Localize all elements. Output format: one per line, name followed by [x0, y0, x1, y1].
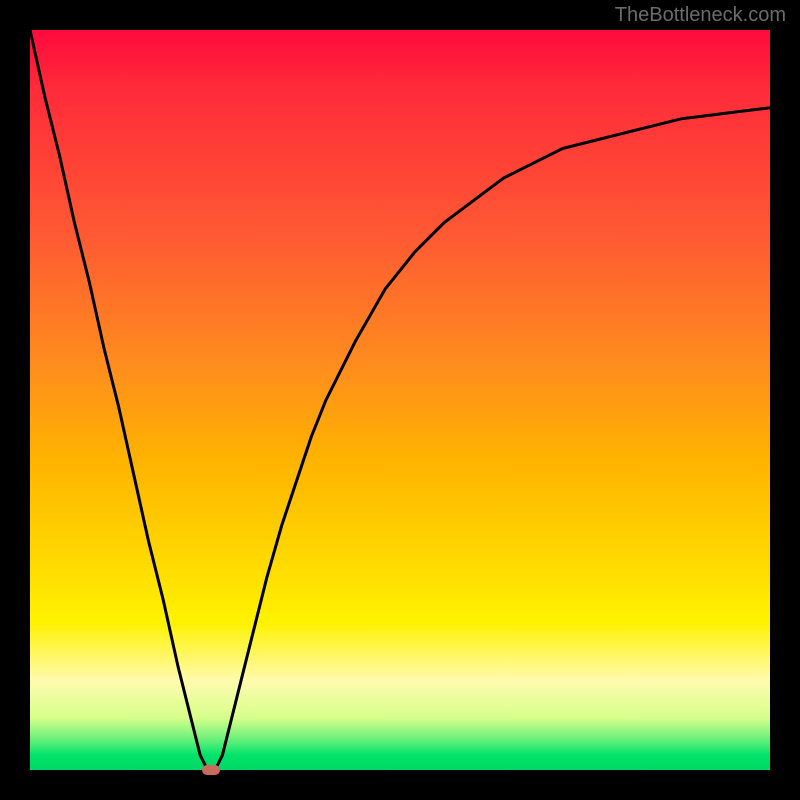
- chart-frame: TheBottleneck.com: [0, 0, 800, 800]
- bottleneck-curve: [30, 30, 770, 770]
- chart-plot-area: [30, 30, 770, 770]
- curve-path: [30, 30, 770, 770]
- watermark-text: TheBottleneck.com: [615, 4, 786, 27]
